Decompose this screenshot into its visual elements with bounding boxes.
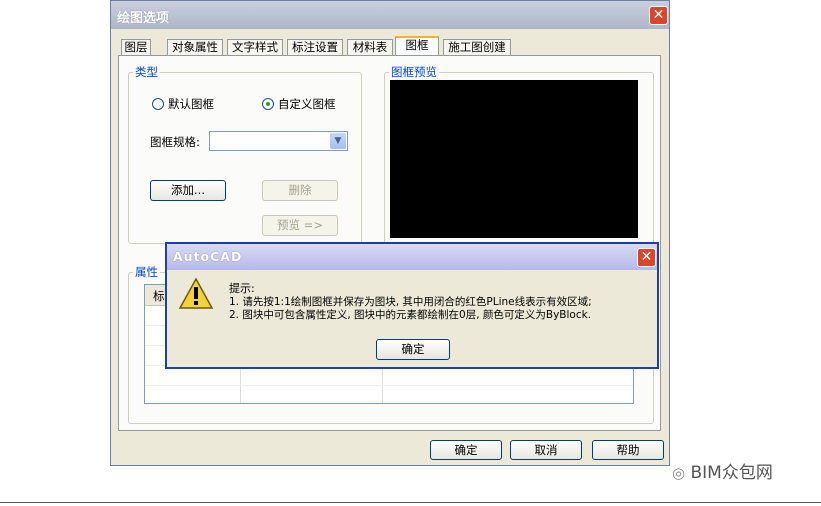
dialog-title: 绘图选项 (117, 11, 170, 26)
alert-titlebar[interactable]: AutoCAD ✕ (167, 244, 657, 270)
tab-material-table[interactable]: 材料表 (347, 39, 393, 55)
frame-preview-canvas (390, 80, 638, 238)
frame-spec-select[interactable]: ▼ (209, 131, 348, 151)
alert-close-button[interactable]: ✕ (637, 248, 656, 267)
radio-custom-frame[interactable] (262, 98, 274, 110)
close-icon: ✕ (640, 249, 653, 265)
chevron-down-icon[interactable]: ▼ (330, 133, 346, 149)
radio-custom-label: 自定义图框 (278, 97, 336, 111)
alert-ok-button[interactable]: 确定 (376, 339, 450, 360)
watermark: ◎ BIM众包网 (672, 463, 773, 483)
cancel-button[interactable]: 取消 (510, 440, 582, 460)
tab-construction-drawing[interactable]: 施工图创建 (443, 39, 511, 55)
alert-message-line2: 2. 图块中可包含属性定义, 图块中的元素都绘制在0层, 颜色可定义为ByBlo… (229, 309, 592, 321)
tab-text-style[interactable]: 文字样式 (227, 39, 283, 55)
radio-default-label: 默认图框 (168, 97, 214, 111)
tab-layers[interactable]: 图层 (121, 39, 151, 55)
ok-button[interactable]: 确定 (430, 440, 502, 460)
warning-icon (179, 278, 213, 309)
row-divider (145, 385, 633, 386)
add-button[interactable]: 添加... (150, 180, 226, 201)
close-icon: ✕ (652, 7, 665, 23)
alert-title: AutoCAD (173, 249, 243, 264)
close-button[interactable]: ✕ (649, 6, 668, 25)
dialog-titlebar[interactable]: 绘图选项 ✕ (111, 1, 669, 29)
wechat-icon: ◎ (672, 464, 686, 482)
help-button[interactable]: 帮助 (592, 440, 664, 460)
radio-selected-dot (266, 102, 270, 106)
radio-default-frame[interactable] (152, 98, 164, 110)
frame-spec-label: 图框规格: (150, 135, 200, 149)
delete-button[interactable]: 删除 (262, 180, 338, 201)
autocad-alert-dialog: AutoCAD ✕ 提示: 1. 请先按1:1绘制图框并保存为图块, 其中用闭合… (165, 242, 659, 369)
tab-dimension-settings[interactable]: 标注设置 (287, 39, 343, 55)
preview-button[interactable]: 预览 => (262, 215, 338, 236)
tab-object-properties[interactable]: 对象属性 (167, 39, 223, 55)
tab-frame[interactable]: 图框 (395, 36, 439, 56)
drawing-options-dialog: 绘图选项 ✕ 图层 对象属性 文字样式 标注设置 材料表 图框 施工图创建 类型… (110, 0, 670, 466)
page-divider (0, 502, 821, 503)
column-header: 标 (153, 289, 165, 303)
